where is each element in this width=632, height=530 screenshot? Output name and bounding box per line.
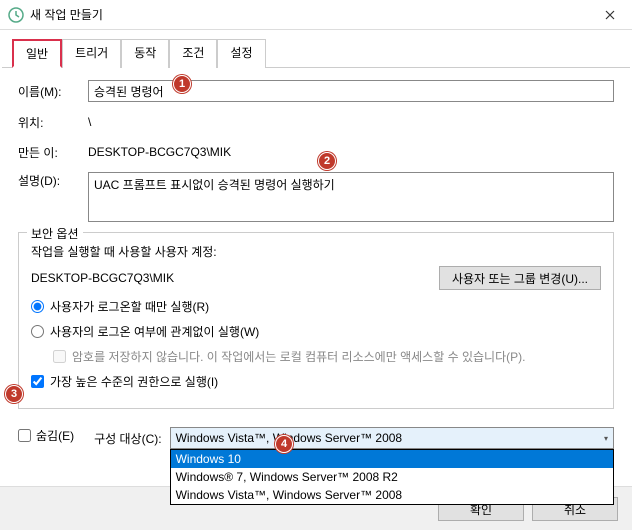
- annotation-badge-1: 1: [173, 75, 191, 93]
- bottom-row: 숨김(E) 구성 대상(C): Windows Vista™, Windows …: [0, 421, 632, 449]
- tab-settings[interactable]: 설정: [217, 39, 265, 68]
- run-any-label: 사용자의 로그온 여부에 관계없이 실행(W): [50, 323, 259, 340]
- tab-triggers[interactable]: 트리거: [62, 39, 121, 68]
- chevron-down-icon: ▾: [604, 434, 608, 443]
- tab-general[interactable]: 일반: [12, 39, 62, 68]
- annotation-badge-3: 3: [5, 385, 23, 403]
- hidden-checkbox[interactable]: [18, 429, 31, 442]
- description-label: 설명(D):: [18, 172, 88, 189]
- account-label: 작업을 실행할 때 사용할 사용자 계정:: [31, 243, 601, 260]
- hidden-label: 숨김(E): [36, 427, 74, 444]
- security-legend: 보안 옵션: [27, 225, 83, 242]
- highest-privileges-label: 가장 높은 수준의 권한으로 실행(I): [50, 373, 218, 390]
- tab-conditions[interactable]: 조건: [169, 39, 217, 68]
- run-logged-on-radio[interactable]: [31, 300, 44, 313]
- no-password-label: 암호를 저장하지 않습니다. 이 작업에서는 로컬 컴퓨터 리소스에만 액세스할…: [72, 348, 525, 365]
- security-options-group: 보안 옵션 작업을 실행할 때 사용할 사용자 계정: DESKTOP-BCGC…: [18, 232, 614, 409]
- dropdown-option-win10[interactable]: Windows 10: [171, 450, 613, 468]
- tab-bar: 일반 트리거 동작 조건 설정: [2, 33, 630, 68]
- name-label: 이름(M):: [18, 83, 88, 100]
- no-password-checkbox: [53, 350, 66, 363]
- run-any-radio[interactable]: [31, 325, 44, 338]
- window-title: 새 작업 만들기: [30, 6, 588, 23]
- highest-privileges-checkbox[interactable]: [31, 375, 44, 388]
- content-area: 이름(M): 위치: \ 만든 이: DESKTOP-BCGC7Q3\MIK 설…: [0, 68, 632, 421]
- dropdown-option-vista[interactable]: Windows Vista™, Windows Server™ 2008: [171, 486, 613, 504]
- name-input[interactable]: [88, 80, 614, 102]
- configure-for-dropdown[interactable]: Windows Vista™, Windows Server™ 2008 ▾: [170, 427, 614, 449]
- change-user-button[interactable]: 사용자 또는 그룹 변경(U)...: [439, 266, 601, 290]
- description-input[interactable]: [88, 172, 614, 222]
- configure-for-label: 구성 대상(C):: [94, 427, 162, 447]
- location-value: \: [88, 112, 614, 132]
- author-value: DESKTOP-BCGC7Q3\MIK: [88, 142, 614, 162]
- author-label: 만든 이:: [18, 144, 88, 161]
- location-label: 위치:: [18, 114, 88, 131]
- annotation-badge-2: 2: [318, 152, 336, 170]
- titlebar: 새 작업 만들기: [0, 0, 632, 30]
- dropdown-list: Windows 10 Windows® 7, Windows Server™ 2…: [170, 449, 614, 505]
- annotation-badge-4: 4: [275, 435, 293, 453]
- task-scheduler-icon: [8, 7, 24, 23]
- dropdown-option-win7[interactable]: Windows® 7, Windows Server™ 2008 R2: [171, 468, 613, 486]
- tab-actions[interactable]: 동작: [121, 39, 169, 68]
- close-button[interactable]: [588, 0, 632, 30]
- account-value: DESKTOP-BCGC7Q3\MIK: [31, 269, 439, 287]
- run-logged-on-label: 사용자가 로그온할 때만 실행(R): [50, 298, 209, 315]
